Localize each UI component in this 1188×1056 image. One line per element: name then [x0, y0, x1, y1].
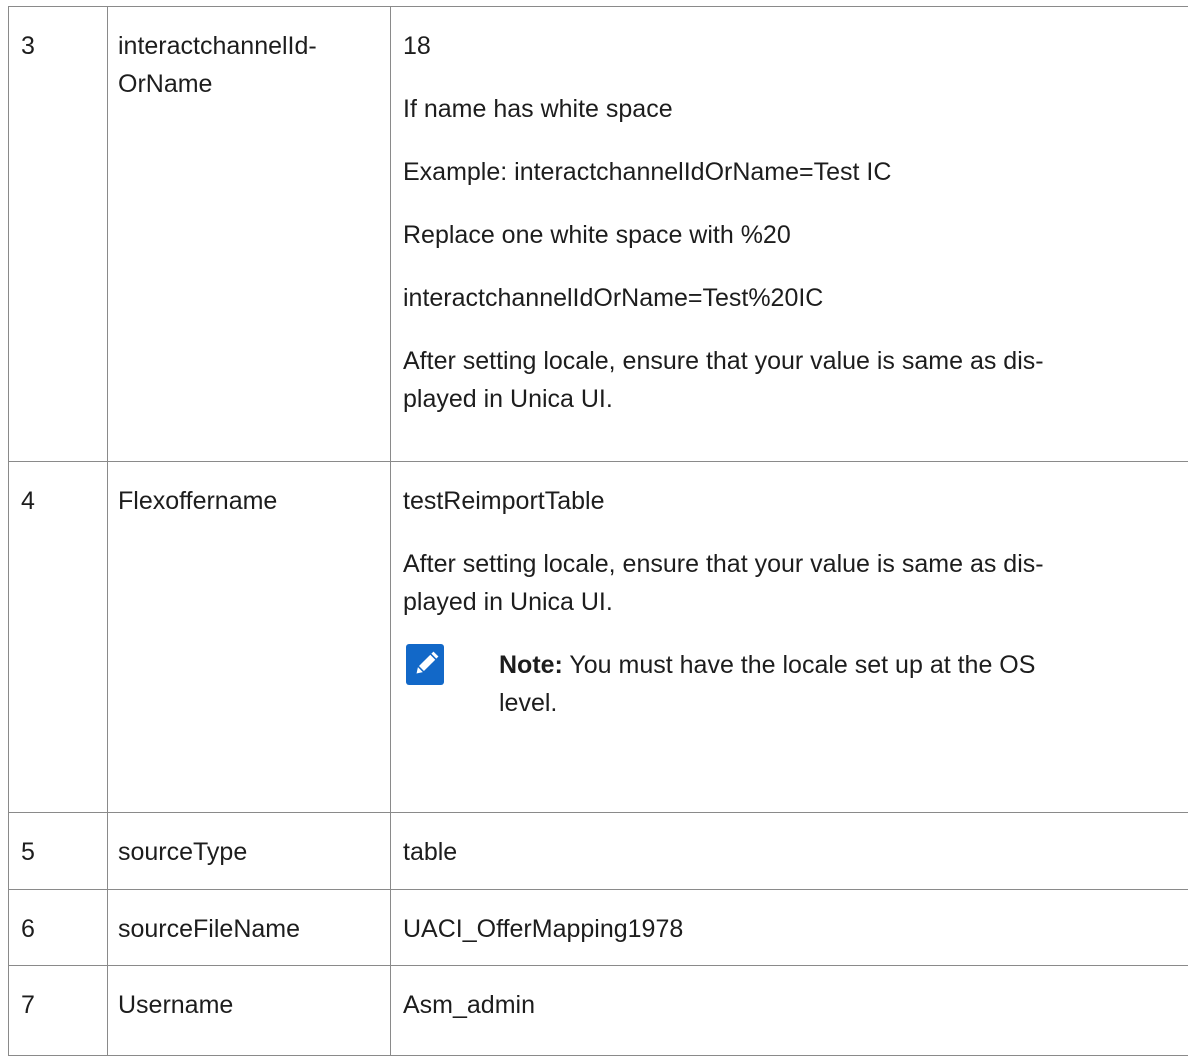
row-number-cell: 3: [9, 7, 108, 462]
parameters-table: 3 interactchannelId- OrName 18 If name h…: [8, 6, 1188, 1056]
value-text: 18: [403, 27, 1184, 65]
note-label: Note:: [499, 651, 563, 679]
value-text-line: After setting locale, ensure that your v…: [403, 347, 1044, 375]
note-text-line: level.: [499, 689, 557, 717]
table-row: 7 Username Asm_admin: [9, 966, 1188, 1056]
row-number: 6: [21, 915, 35, 943]
parameter-value-cell: Asm_admin: [391, 966, 1188, 1056]
value-text-line: played in Unica UI.: [403, 385, 613, 413]
value-text: Asm_admin: [403, 991, 535, 1019]
row-number: 4: [21, 487, 35, 515]
row-number-cell: 4: [9, 462, 108, 813]
row-number-cell: 5: [9, 813, 108, 890]
note-pencil-icon: [406, 644, 444, 685]
value-text: interactchannelIdOrName=Test%20IC: [403, 279, 1184, 317]
parameter-name-cell: sourceType: [108, 813, 391, 890]
value-text: table: [403, 838, 457, 866]
row-number: 5: [21, 838, 35, 866]
note-text: Note: You must have the locale set up at…: [499, 646, 1184, 722]
parameter-name-line: interactchannelId-: [118, 27, 380, 65]
parameter-name: sourceFileName: [118, 915, 300, 943]
value-text-line: played in Unica UI.: [403, 588, 613, 616]
parameter-name-line: OrName: [118, 65, 380, 103]
parameter-name-cell: Flexoffername: [108, 462, 391, 813]
row-number: 3: [21, 32, 35, 60]
parameter-name: Flexoffername: [118, 487, 277, 515]
value-text: After setting locale, ensure that your v…: [403, 342, 1184, 418]
parameter-name: sourceType: [118, 838, 247, 866]
parameter-name-cell: sourceFileName: [108, 890, 391, 966]
value-text: If name has white space: [403, 90, 1184, 128]
row-number-cell: 7: [9, 966, 108, 1056]
value-text: Replace one white space with %20: [403, 216, 1184, 254]
parameter-name-cell: Username: [108, 966, 391, 1056]
value-text: UACI_OfferMapping1978: [403, 915, 683, 943]
row-number-cell: 6: [9, 890, 108, 966]
note-text-line: You must have the locale set up at the O…: [569, 651, 1035, 679]
value-text: After setting locale, ensure that your v…: [403, 545, 1184, 621]
value-text: testReimportTable: [403, 482, 1184, 520]
parameter-name: Username: [118, 991, 233, 1019]
parameter-value-cell: table: [391, 813, 1188, 890]
parameter-name-cell: interactchannelId- OrName: [108, 7, 391, 462]
table-row: 5 sourceType table: [9, 813, 1188, 890]
value-text: Example: interactchannelIdOrName=Test IC: [403, 153, 1184, 191]
note-callout: Note: You must have the locale set up at…: [403, 646, 1184, 722]
parameter-value-cell: testReimportTable After setting locale, …: [391, 462, 1188, 813]
table-row: 6 sourceFileName UACI_OfferMapping1978: [9, 890, 1188, 966]
parameter-value-cell: UACI_OfferMapping1978: [391, 890, 1188, 966]
table-row: 4 Flexoffername testReimportTable After …: [9, 462, 1188, 813]
parameter-value-cell: 18 If name has white space Example: inte…: [391, 7, 1188, 462]
row-number: 7: [21, 991, 35, 1019]
value-text-line: After setting locale, ensure that your v…: [403, 550, 1044, 578]
table-row: 3 interactchannelId- OrName 18 If name h…: [9, 7, 1188, 462]
